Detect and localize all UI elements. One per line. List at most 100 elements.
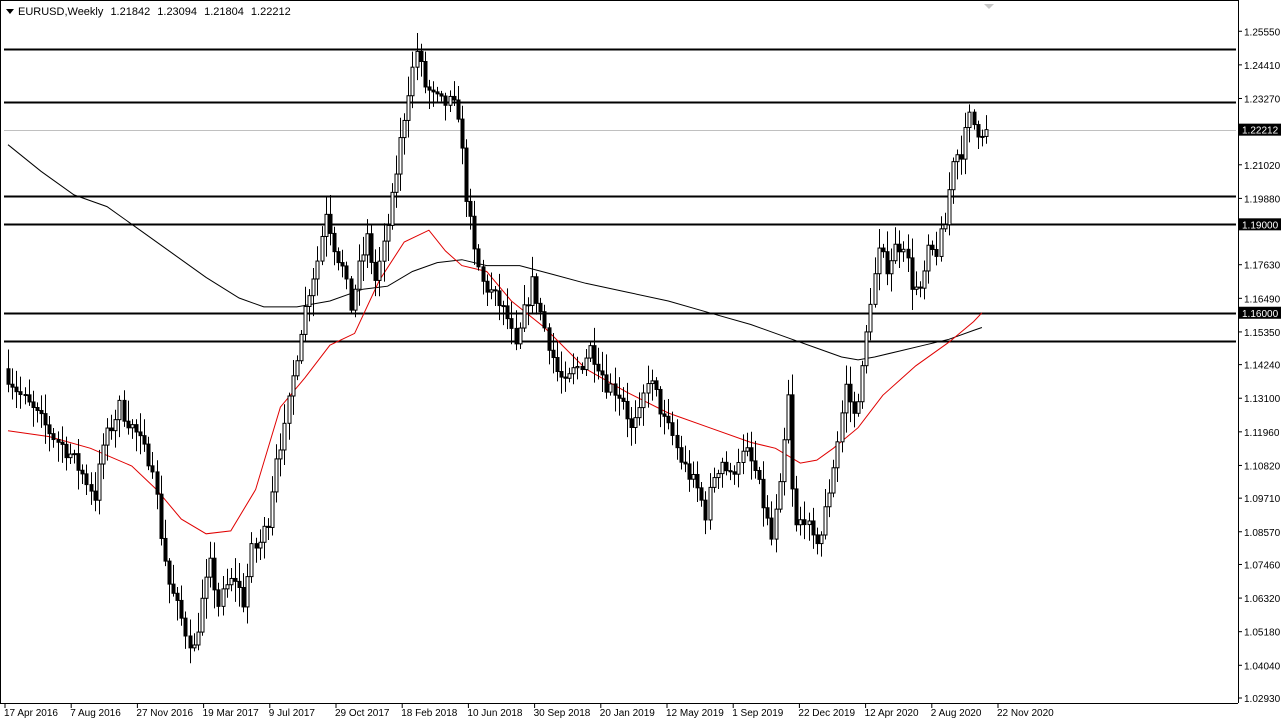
candle-bear — [753, 460, 758, 472]
candle-bull — [315, 260, 320, 280]
candle-bear — [811, 520, 816, 536]
candle-bull — [955, 154, 960, 163]
candle-bear — [126, 420, 131, 429]
candle-bull — [324, 213, 329, 237]
candle-bear — [596, 363, 601, 372]
y-tick-label: 1.15350 — [1244, 328, 1281, 339]
candle-bull — [307, 295, 312, 307]
candle-bear — [790, 394, 795, 490]
y-tick-label: 1.05180 — [1244, 628, 1281, 639]
candle-bull — [105, 427, 110, 446]
y-tick-label: 1.02930 — [1244, 694, 1281, 705]
candle-bear — [332, 232, 337, 253]
candle-bear — [460, 118, 465, 149]
candle-bull — [303, 305, 308, 335]
candle-bull — [840, 412, 845, 443]
ohlc-low: 1.21804 — [204, 6, 244, 18]
candle-bear — [427, 86, 432, 91]
candle-bear — [617, 394, 622, 399]
candle-bear — [918, 286, 923, 289]
price-chart[interactable]: 1.25550 1.24410 1.23270 1.21020 1.19880 1.176… — [0, 0, 1286, 724]
candle-bull — [873, 273, 878, 305]
candle-bull — [522, 304, 527, 329]
candle-bull — [716, 473, 721, 479]
candle-bear — [142, 435, 147, 445]
y-tick-label: 1.07460 — [1244, 560, 1281, 571]
candle-bear — [167, 560, 172, 585]
candle-bull — [208, 557, 213, 578]
candle-bull — [807, 520, 812, 526]
candle-bull — [390, 191, 395, 226]
candle-bull — [320, 235, 325, 262]
candle-bear — [547, 327, 552, 351]
candle-bear — [551, 349, 556, 359]
candle-bear — [559, 371, 564, 378]
x-tick-label: 29 Oct 2017 — [335, 708, 390, 719]
candle-bear — [732, 471, 737, 475]
candle-bull — [774, 508, 779, 540]
candle-bear — [349, 278, 354, 311]
candle-bear — [43, 413, 48, 426]
dropdown-triangle-icon[interactable] — [6, 9, 14, 14]
candle-bear — [749, 447, 754, 462]
candle-bear — [171, 583, 176, 594]
candle-bull — [225, 584, 230, 590]
candle-bull — [831, 467, 836, 494]
candle-bull — [192, 644, 197, 649]
candle-bear — [497, 290, 502, 307]
candle-bull — [68, 453, 73, 459]
candle-bear — [340, 262, 345, 267]
candle-bear — [27, 394, 32, 403]
candle-bull — [947, 189, 952, 226]
candle-bull — [394, 173, 399, 193]
candle-bear — [765, 507, 770, 519]
x-tick-label: 22 Dec 2019 — [798, 708, 855, 719]
candle-bear — [175, 592, 180, 601]
y-tick-label: 1.08570 — [1244, 528, 1281, 539]
candle-bear — [369, 233, 374, 263]
y-tick-label: 1.24410 — [1244, 61, 1281, 72]
candle-bear — [6, 368, 11, 385]
candle-bear — [662, 413, 667, 417]
candle-bear — [159, 493, 164, 539]
candle-bull — [877, 247, 882, 275]
candle-bull — [299, 333, 304, 362]
candle-bear — [435, 91, 440, 95]
candle-bear — [542, 311, 547, 329]
candle-bear — [60, 441, 65, 445]
chart-window[interactable]: 1.25550 1.24410 1.23270 1.21020 1.19880 1.176… — [0, 0, 1286, 724]
candle-bear — [254, 543, 259, 549]
price-tag-label: 1.22212 — [1242, 126, 1279, 137]
candle-bull — [406, 95, 411, 121]
candle-bear — [654, 380, 659, 390]
candle-bear — [580, 365, 585, 371]
candle-bull — [274, 458, 279, 493]
ohlc-close: 1.22212 — [250, 6, 291, 18]
candle-bear — [456, 99, 461, 120]
candle-bear — [476, 248, 481, 268]
candle-bear — [604, 374, 609, 393]
candle-bull — [963, 127, 968, 160]
y-tick-label: 1.25550 — [1244, 27, 1281, 38]
candle-bull — [291, 375, 296, 397]
x-tick-label: 7 Aug 2016 — [70, 708, 121, 719]
candle-bull — [637, 407, 642, 419]
candle-bear — [216, 589, 221, 607]
candle-bull — [72, 453, 77, 456]
candle-bull — [518, 327, 523, 345]
candle-bear — [146, 443, 151, 467]
candle-bull — [786, 394, 791, 441]
candle-bear — [563, 376, 568, 379]
x-tick-label: 1 Sep 2019 — [732, 708, 784, 719]
candle-bull — [939, 228, 944, 257]
candle-bull — [691, 473, 696, 480]
candle-bull — [926, 244, 931, 272]
candle-bull — [262, 525, 267, 543]
candle-bear — [897, 243, 902, 253]
candle-bull — [575, 365, 580, 369]
candle-bear — [728, 470, 733, 473]
candle-bear — [501, 305, 506, 308]
y-tick-label: 1.11960 — [1244, 428, 1280, 439]
candle-bear — [423, 60, 428, 88]
candle-bear — [76, 453, 81, 471]
